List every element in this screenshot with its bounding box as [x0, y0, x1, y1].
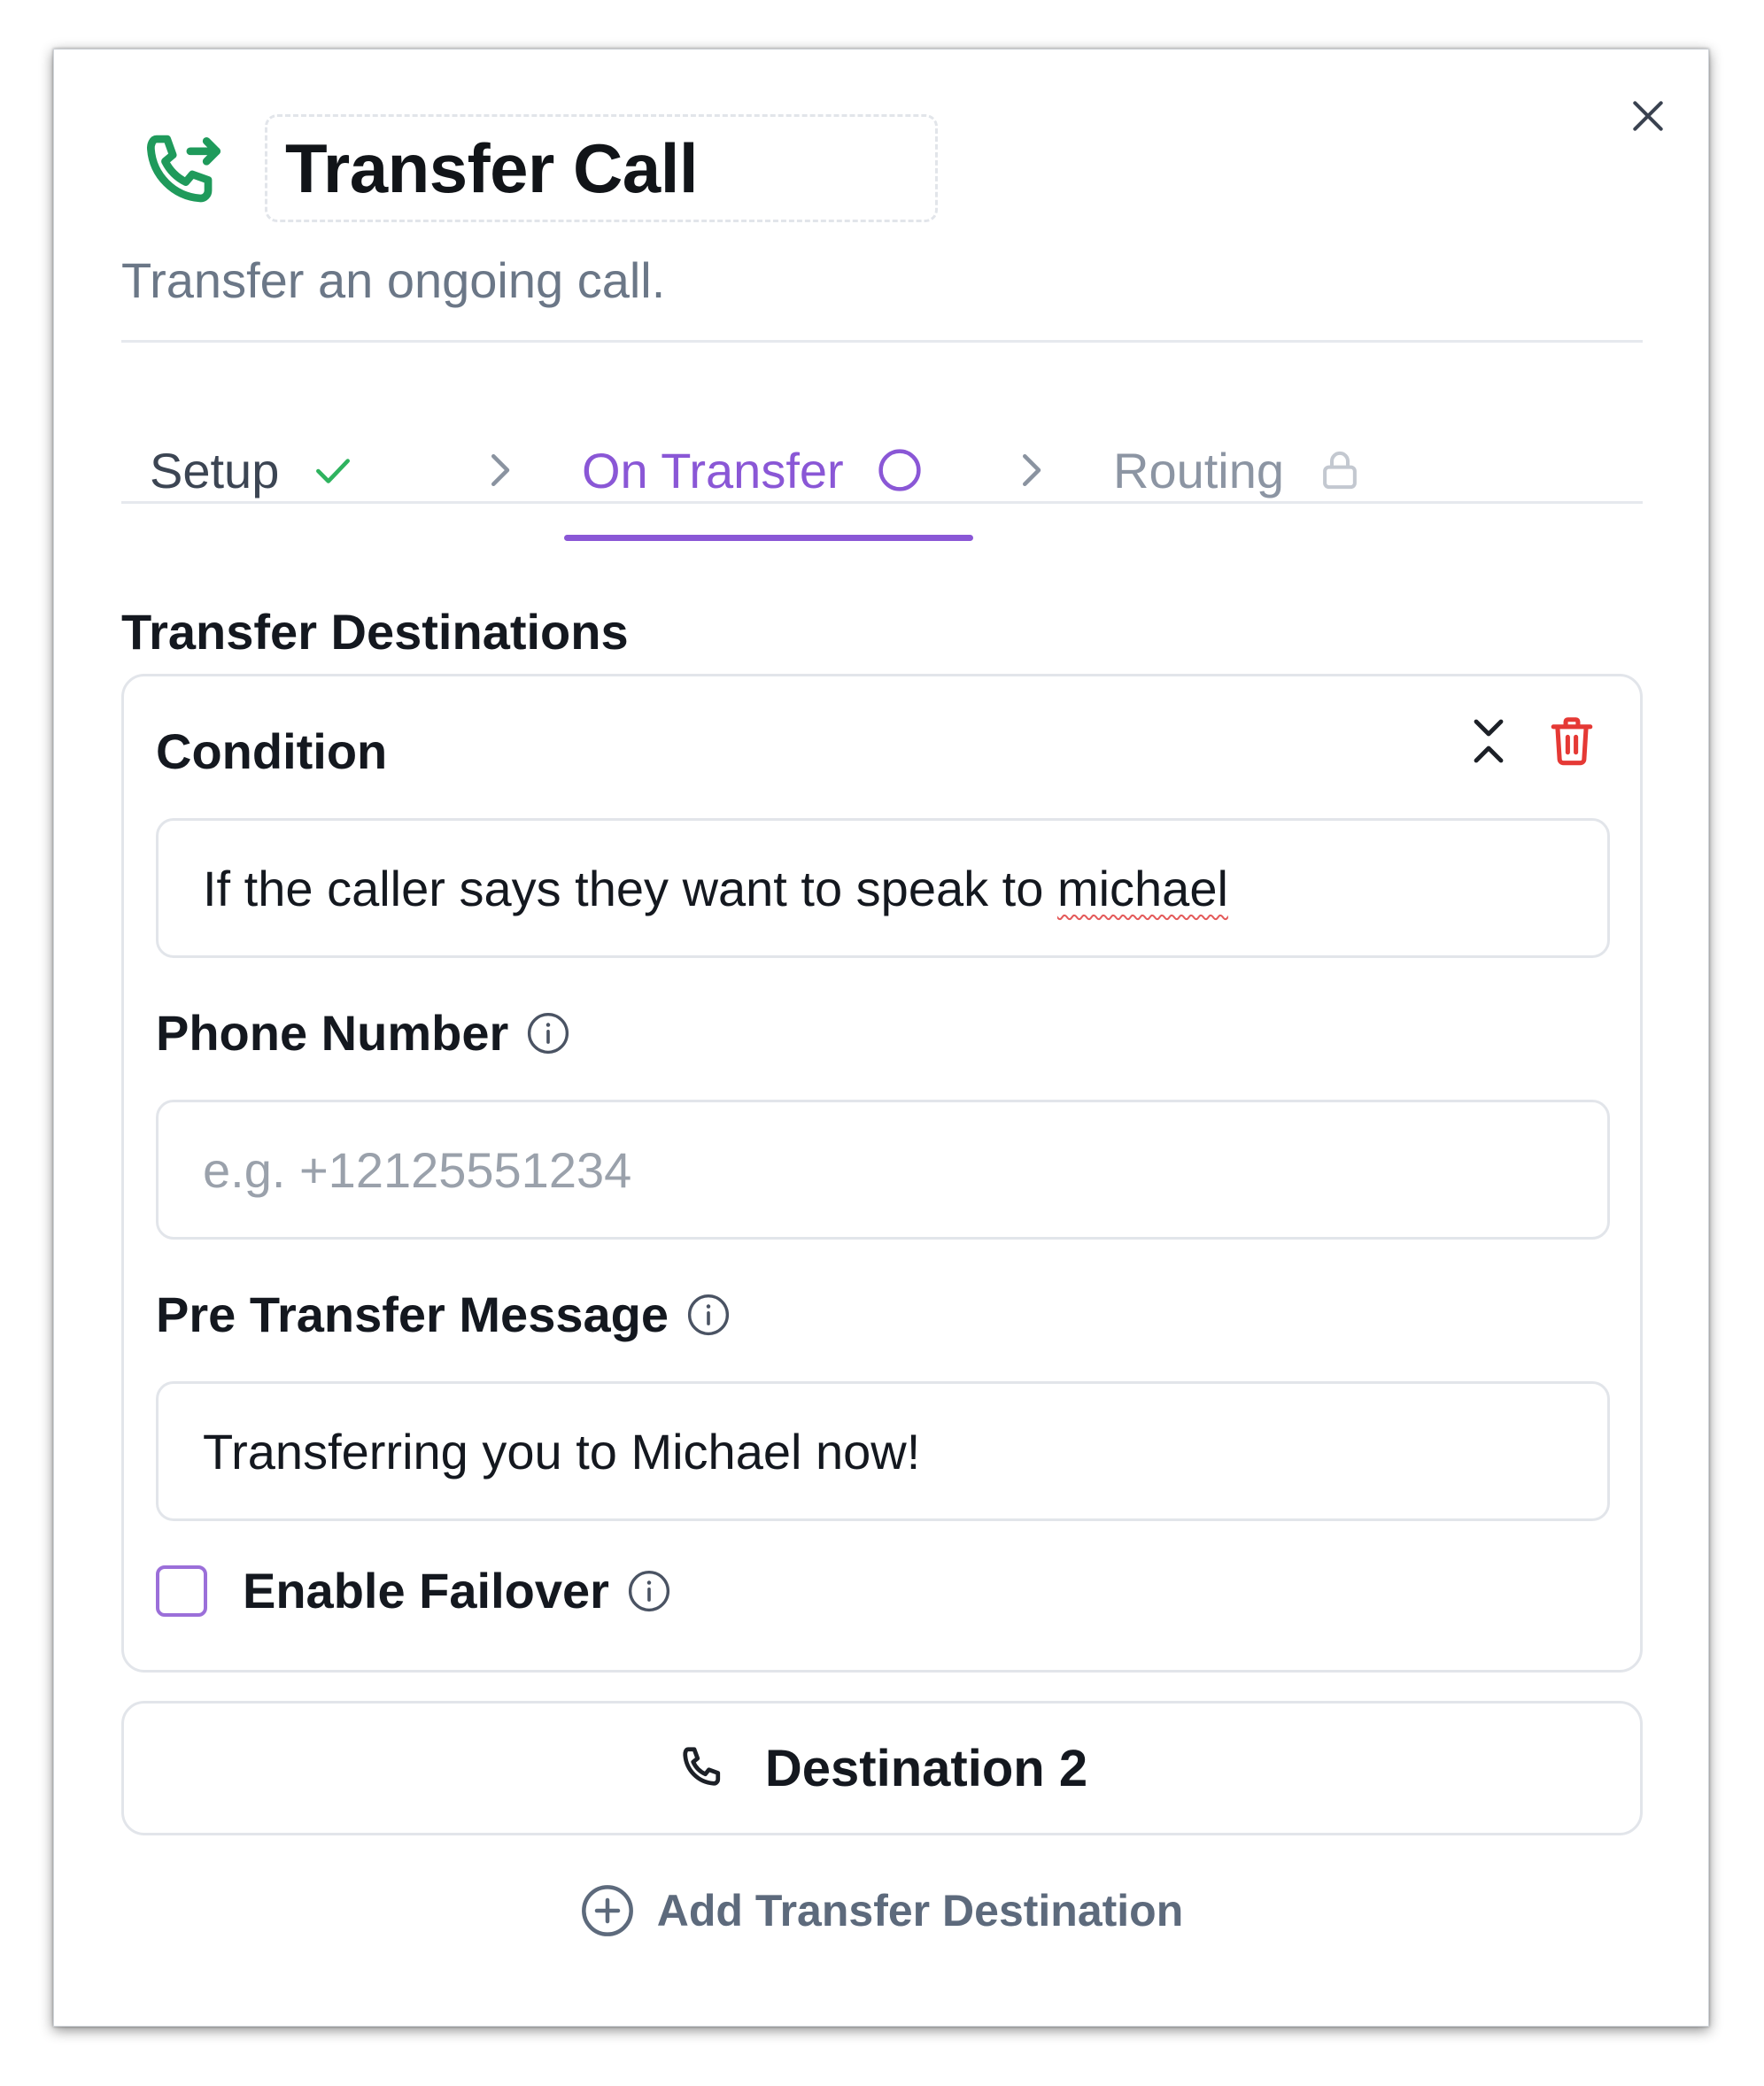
phone-forward-icon [135, 125, 233, 222]
card-actions [1461, 714, 1599, 769]
step-tabs: Setup On Transfer Routing [121, 404, 1643, 541]
info-icon[interactable] [524, 1009, 572, 1057]
enable-failover-checkbox[interactable] [156, 1564, 207, 1617]
page-title: Transfer Call [285, 128, 699, 207]
condition-value-misspelled: michael [1056, 860, 1228, 916]
destination-2-collapsed[interactable]: Destination 2 [121, 1701, 1643, 1835]
tab-on-transfer[interactable]: On Transfer [582, 404, 924, 537]
pre-transfer-message-value: Transferring you to Michael now! [203, 1423, 921, 1480]
pre-transfer-message-input[interactable]: Transferring you to Michael now! [156, 1381, 1610, 1521]
phone-number-input[interactable]: e.g. +12125551234 [156, 1100, 1610, 1240]
add-transfer-destination-label: Add Transfer Destination [656, 1886, 1184, 1935]
enable-failover-row: Enable Failover [156, 1562, 673, 1619]
condition-label: Condition [156, 723, 388, 779]
tab-routing-label: Routing [1113, 442, 1285, 498]
transfer-call-dialog: Transfer Call Transfer an ongoing call. … [53, 49, 1709, 2027]
active-tab-indicator [564, 535, 973, 541]
check-icon [316, 459, 351, 483]
plus-circle-icon [581, 1885, 633, 1936]
close-icon [1633, 101, 1663, 131]
chevron-right-icon [491, 454, 510, 486]
tab-on-transfer-label: On Transfer [582, 442, 844, 498]
condition-input[interactable]: If the caller says they want to speak to… [156, 818, 1610, 958]
phone-icon [683, 1747, 721, 1786]
condition-value-text: If the caller says they want to speak to [203, 860, 1057, 916]
enable-failover-label: Enable Failover [243, 1563, 609, 1619]
pre-transfer-message-label: Pre Transfer Message [156, 1286, 732, 1343]
destination-2-label: Destination 2 [764, 1739, 1088, 1797]
section-title: Transfer Destinations [121, 604, 629, 660]
header-divider [121, 340, 1643, 343]
page-subtitle: Transfer an ongoing call. [121, 252, 666, 308]
tab-setup[interactable]: Setup [150, 404, 355, 537]
title-editable-field[interactable]: Transfer Call [265, 114, 938, 222]
tab-setup-label: Setup [150, 442, 280, 498]
collapse-button[interactable] [1461, 714, 1516, 769]
close-button[interactable] [1621, 89, 1675, 143]
add-transfer-destination-button[interactable]: Add Transfer Destination [54, 1882, 1708, 1939]
info-icon[interactable] [685, 1291, 732, 1339]
chevron-right-icon [1023, 454, 1041, 486]
destination-card: Condition If the caller says they want t… [121, 674, 1643, 1673]
lock-icon [1323, 451, 1357, 490]
circle-icon [878, 449, 921, 491]
info-icon[interactable] [625, 1567, 673, 1615]
phone-number-placeholder: e.g. +12125551234 [203, 1141, 632, 1198]
tab-routing[interactable]: Routing [1113, 404, 1364, 537]
trash-icon [1551, 717, 1593, 766]
tabs-divider [121, 501, 1643, 504]
phone-number-label: Phone Number [156, 1004, 572, 1062]
delete-destination-button[interactable] [1544, 714, 1599, 769]
collapse-icon [1474, 719, 1504, 763]
